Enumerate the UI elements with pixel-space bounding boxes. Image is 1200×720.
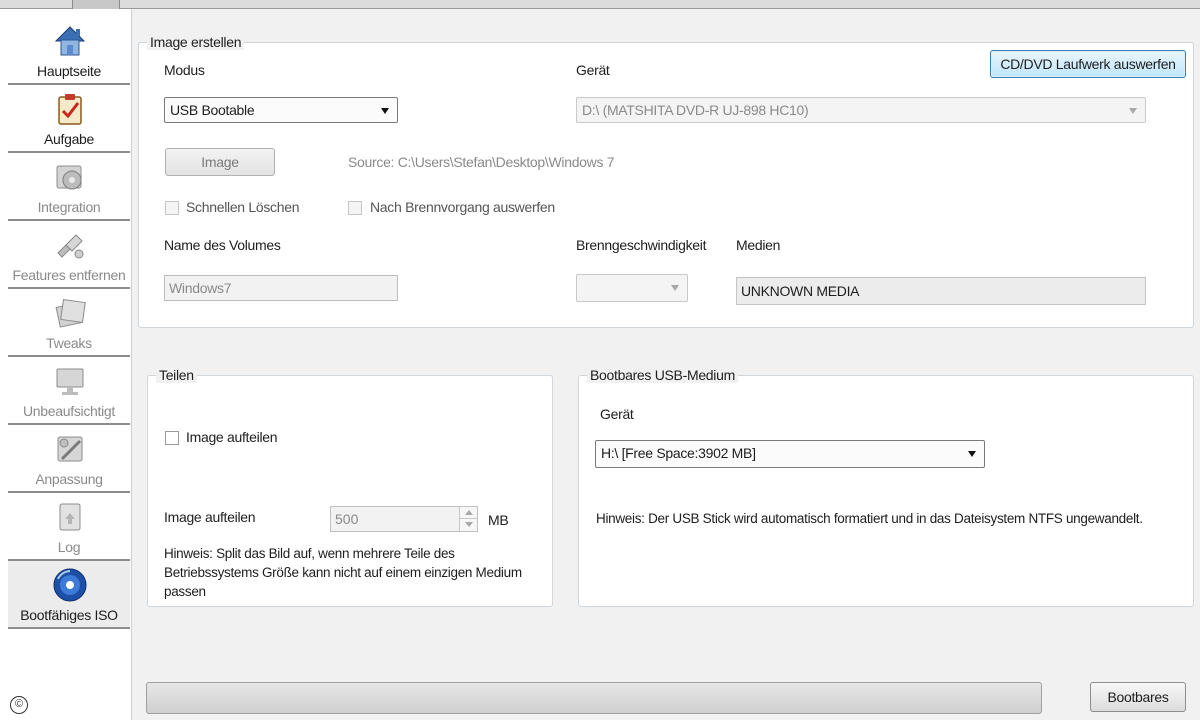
split-size-value: 500 — [335, 511, 359, 527]
spin-down-icon[interactable] — [459, 519, 477, 531]
sidebar-item-label: Log — [57, 539, 81, 555]
home-icon — [54, 26, 86, 56]
split-hint-text: Hinweis: Split das Bild auf, wenn mehrer… — [164, 546, 522, 599]
tweaks-icon — [55, 299, 86, 328]
progress-bar — [146, 682, 1042, 714]
split-size-label: Image aufteilen — [164, 509, 256, 525]
sidebar-item-integration[interactable]: Integration — [8, 153, 130, 221]
sidebar-item-label: Tweaks — [46, 335, 92, 351]
copyright-icon: © — [10, 696, 28, 714]
eject-after-burn-label: Nach Brennvorgang auswerfen — [370, 199, 555, 215]
sidebar: Hauptseite Aufgabe Integration Features … — [0, 9, 132, 720]
top-tab-strip — [0, 0, 1200, 9]
sidebar-item-aufgabe[interactable]: Aufgabe — [8, 85, 130, 153]
quick-erase-checkbox[interactable] — [165, 201, 179, 215]
sidebar-item-label: Integration — [37, 199, 101, 215]
chevron-down-icon — [671, 285, 679, 291]
quick-erase-label: Schnellen Löschen — [186, 199, 300, 215]
sidebar-item-unbeaufsichtigt[interactable]: Unbeaufsichtigt — [8, 357, 130, 425]
split-image-checkbox-label: Image aufteilen — [186, 429, 278, 445]
log-icon — [59, 503, 81, 531]
usb-group: Bootbares USB-Medium — [578, 367, 1194, 607]
integration-icon — [56, 165, 82, 190]
spin-up-icon[interactable] — [459, 507, 477, 519]
device-label: Gerät — [576, 62, 610, 78]
sidebar-item-log[interactable]: Log — [8, 493, 130, 561]
chevron-down-icon — [381, 108, 389, 114]
mode-label: Modus — [164, 62, 205, 78]
volume-name-value: Windows7 — [169, 280, 232, 296]
burn-speed-label: Brenngeschwindigkeit — [576, 237, 707, 253]
clipboard-icon — [58, 94, 82, 125]
unattended-icon — [56, 368, 84, 395]
device-select-value: D:\ (MATSHITA DVD-R UJ-898 HC10) — [582, 102, 809, 118]
sidebar-item-bootfaehiges-iso[interactable]: Bootfähiges ISO — [8, 561, 130, 629]
split-image-checkbox[interactable] — [165, 431, 179, 445]
volume-name-label: Name des Volumes — [164, 237, 281, 253]
sidebar-item-anpassung[interactable]: Anpassung — [8, 425, 130, 493]
usb-device-value: H:\ [Free Space:3902 MB] — [601, 445, 756, 461]
split-size-unit: MB — [488, 512, 509, 528]
source-path-text: Source: C:\Users\Stefan\Desktop\Windows … — [348, 154, 615, 170]
chevron-down-icon — [968, 451, 976, 457]
sidebar-item-label: Features entfernen — [12, 267, 126, 283]
customize-icon — [57, 436, 83, 462]
media-value: UNKNOWN MEDIA — [741, 283, 860, 299]
sidebar-item-label: Hauptseite — [37, 63, 101, 79]
remove-features-icon — [57, 234, 84, 259]
bootable-disc-icon — [53, 568, 87, 602]
split-size-stepper[interactable]: 500 — [330, 506, 478, 532]
image-button[interactable]: Image — [165, 148, 275, 176]
sidebar-item-hauptseite[interactable]: Hauptseite — [8, 17, 130, 85]
sidebar-item-label: Unbeaufsichtigt — [22, 403, 115, 419]
usb-device-label: Gerät — [600, 406, 634, 422]
sidebar-item-features-entfernen[interactable]: Features entfernen — [8, 221, 130, 289]
image-create-legend: Image erstellen — [147, 34, 245, 50]
sidebar-item-label: Bootfähiges ISO — [20, 607, 118, 623]
usb-legend: Bootbares USB-Medium — [587, 367, 738, 383]
eject-drive-button[interactable]: CD/DVD Laufwerk auswerfen — [990, 50, 1186, 78]
sidebar-item-tweaks[interactable]: Tweaks — [8, 289, 130, 357]
usb-device-select[interactable]: H:\ [Free Space:3902 MB] — [595, 440, 985, 468]
media-field: UNKNOWN MEDIA — [736, 277, 1146, 305]
sidebar-item-label: Aufgabe — [43, 131, 95, 147]
media-label: Medien — [736, 237, 781, 253]
device-select[interactable]: D:\ (MATSHITA DVD-R UJ-898 HC10) — [576, 97, 1146, 123]
burn-speed-select[interactable] — [576, 274, 688, 302]
mode-select-value: USB Bootable — [170, 102, 255, 118]
split-legend: Teilen — [156, 367, 197, 383]
volume-name-input[interactable]: Windows7 — [164, 275, 398, 301]
mode-select[interactable]: USB Bootable — [164, 97, 398, 123]
usb-hint-text: Hinweis: Der USB Stick wird automatisch … — [596, 511, 1143, 526]
sidebar-item-label: Anpassung — [35, 471, 103, 487]
bootable-button[interactable]: Bootbares — [1090, 682, 1186, 712]
chevron-down-icon — [1129, 108, 1137, 114]
tab-stub[interactable] — [72, 0, 120, 9]
eject-after-burn-checkbox[interactable] — [348, 201, 362, 215]
